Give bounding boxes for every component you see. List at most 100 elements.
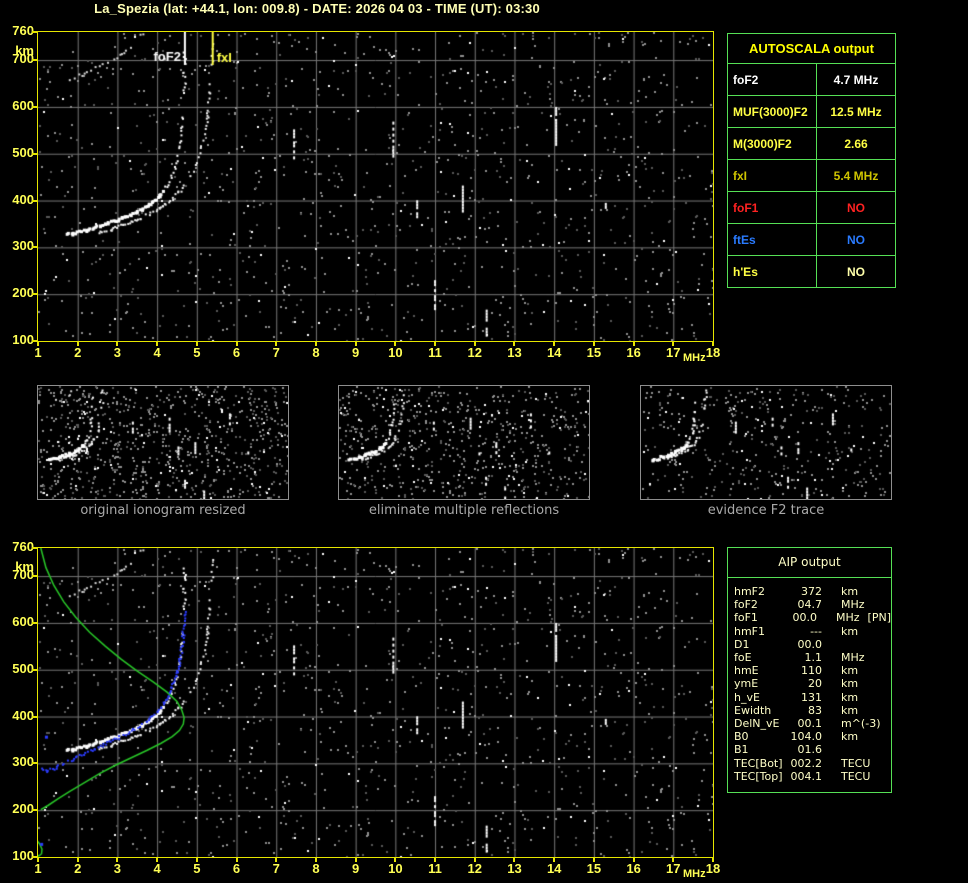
x-tick-mark xyxy=(235,858,238,862)
y-tick-label: 600 xyxy=(12,97,34,113)
x-tick-mark xyxy=(712,858,714,862)
aip-table-row: B1 01.6 xyxy=(728,743,891,756)
aip-param-value: 00.0 xyxy=(792,611,818,625)
aip-param-note: [PN] xyxy=(867,611,891,625)
autoscala-table-row: h'Es NO xyxy=(727,255,896,288)
aip-param-label: hmE xyxy=(734,664,759,678)
y-tick-mark xyxy=(32,293,37,296)
aip-param-label: DelN_vE xyxy=(734,717,780,731)
thumbnail-caption-evidence: evidence F2 trace xyxy=(707,503,825,518)
x-tick-label: 3 xyxy=(113,345,122,360)
x-tick-label: 8 xyxy=(312,861,320,876)
x-tick-mark xyxy=(156,342,159,346)
x-tick-mark xyxy=(275,342,278,346)
x-tick-mark xyxy=(354,342,357,346)
y-tick-label: 300 xyxy=(12,754,34,770)
thumbnail-canvas-eliminate xyxy=(339,386,589,499)
y-tick-mark xyxy=(32,547,37,549)
x-tick-mark xyxy=(394,342,397,346)
autoscala-window: La_Spezia (lat: +44.1, lon: 009.8) - DAT… xyxy=(0,0,968,883)
x-tick-mark xyxy=(235,342,238,346)
aip-param-label: h_vE xyxy=(734,690,760,704)
aip-param-value: 04.7 xyxy=(797,598,823,612)
thumbnail-caption-eliminate: eliminate multiple reflections xyxy=(368,503,560,518)
x-tick-label: 6 xyxy=(232,345,241,360)
x-tick-label: 14 xyxy=(546,861,562,876)
x-tick-label: 10 xyxy=(388,861,403,876)
x-tick-label: 16 xyxy=(626,861,641,876)
aip-table-row: Ewidth 83 km xyxy=(728,704,891,717)
aip-param-label: hmF2 xyxy=(734,585,766,598)
x-tick-label: 1 xyxy=(34,861,42,876)
y-tick-label: 500 xyxy=(12,660,34,676)
x-tick-label: 5 xyxy=(193,345,201,360)
ionogram-plot-top xyxy=(37,31,714,342)
x-tick-label: 13 xyxy=(507,861,522,876)
x-tick-mark xyxy=(37,342,39,346)
aip-param-value: 20 xyxy=(808,677,822,691)
aip-table-row: TEC[Top] 004.1 TECU xyxy=(728,770,891,783)
x-tick-mark xyxy=(632,858,635,862)
y-tick-mark xyxy=(32,575,37,578)
aip-table-row: hmE 110 km xyxy=(728,664,891,677)
autoscala-table-row: fxI 5.4 MHz xyxy=(727,159,896,192)
x-axis-unit-label: MHz xyxy=(683,352,706,364)
aip-param-value: --- xyxy=(810,624,822,638)
autoscala-param-label: h'Es xyxy=(727,255,817,288)
y-tick-label: 500 xyxy=(12,144,34,160)
x-tick-mark xyxy=(553,342,556,346)
x-tick-mark xyxy=(195,342,198,346)
x-tick-mark xyxy=(37,858,39,862)
aip-param-label: foE xyxy=(734,651,752,665)
ionogram-canvas-top xyxy=(38,32,713,341)
thumbnail-eliminate-reflections xyxy=(338,385,590,500)
ionogram-plot-bottom xyxy=(37,547,714,858)
aip-param-unit: km xyxy=(841,624,859,638)
thumbnail-canvas-original xyxy=(38,386,288,499)
x-tick-mark xyxy=(513,858,516,862)
aip-param-value: 83 xyxy=(808,703,822,717)
y-tick-mark xyxy=(32,668,37,671)
y-tick-mark xyxy=(32,199,37,202)
y-axis-unit-label: km xyxy=(15,559,34,574)
y-axis-unit-label: km xyxy=(15,43,34,58)
ionogram-canvas-bottom xyxy=(38,548,713,857)
x-tick-mark xyxy=(156,858,159,862)
x-tick-label: 17 xyxy=(666,345,681,360)
autoscala-table-row: foF2 4.7 MHz xyxy=(727,63,896,96)
aip-table-row: TEC[Bot] 002.2 TECU xyxy=(728,757,891,770)
aip-param-value: 01.6 xyxy=(797,743,823,757)
aip-output-table: AIP output hmF2 372 km foF2 04.7 MHz foF1 00.0 M… xyxy=(727,547,892,793)
x-tick-mark xyxy=(434,858,437,862)
x-tick-label: 17 xyxy=(666,861,681,876)
y-tick-label: 400 xyxy=(12,191,34,207)
aip-param-unit: km xyxy=(841,677,859,691)
aip-table-title: AIP output xyxy=(728,548,891,578)
aip-param-unit: km xyxy=(841,730,859,744)
aip-table-row: DelN_vE 00.1 m^(-3) xyxy=(728,717,891,730)
x-tick-label: 13 xyxy=(507,345,522,360)
x-tick-label: 11 xyxy=(428,861,442,876)
x-tick-label: 9 xyxy=(352,345,360,360)
x-axis-unit-label: MHz xyxy=(683,868,706,880)
y-tick-mark xyxy=(32,152,37,155)
aip-param-value: 372 xyxy=(801,585,822,598)
y-tick-mark xyxy=(32,105,37,108)
y-tick-mark xyxy=(32,621,37,624)
aip-param-value: 00.1 xyxy=(797,717,823,731)
aip-param-value: 004.1 xyxy=(790,769,823,783)
aip-param-unit: km xyxy=(841,703,859,717)
y-tick-mark xyxy=(32,31,37,33)
aip-param-unit: m^(-3) xyxy=(841,717,881,731)
x-tick-mark xyxy=(672,858,675,862)
x-tick-mark xyxy=(473,342,476,346)
aip-param-label: TEC[Top] xyxy=(734,769,783,783)
aip-table-row: h_vE 131 km xyxy=(728,691,891,704)
x-tick-mark xyxy=(513,342,516,346)
x-tick-label: 14 xyxy=(546,345,562,360)
y-tick-mark xyxy=(32,715,37,718)
aip-param-value: 00.0 xyxy=(797,637,823,651)
y-tick-mark xyxy=(32,809,37,812)
autoscala-output-table: AUTOSCALA output foF2 4.7 MHz MUF(3000)F2 1… xyxy=(727,33,896,288)
aip-param-unit: km xyxy=(841,585,859,598)
